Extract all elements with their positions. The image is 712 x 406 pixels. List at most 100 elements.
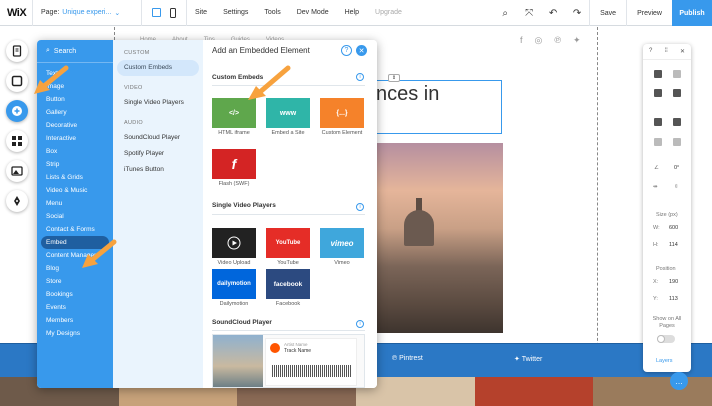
sub-item-single-video-players[interactable]: Single Video Players bbox=[113, 95, 203, 111]
sub-item-itunes[interactable]: iTunes Button bbox=[113, 162, 203, 178]
layers-button[interactable]: Layers bbox=[656, 358, 673, 364]
info-icon[interactable]: i bbox=[356, 203, 364, 211]
copy-icon[interactable] bbox=[654, 70, 662, 78]
instagram-icon[interactable]: ◎ bbox=[535, 35, 543, 46]
hero-photo[interactable] bbox=[376, 143, 503, 333]
arrange-forward-icon[interactable] bbox=[654, 118, 662, 126]
close-icon[interactable]: ✕ bbox=[680, 48, 685, 55]
category-item-decorative[interactable]: Decorative bbox=[37, 119, 113, 132]
undo-icon[interactable]: ↶ bbox=[541, 0, 565, 26]
close-icon[interactable]: ✕ bbox=[356, 45, 367, 56]
category-item-gallery[interactable]: Gallery bbox=[37, 106, 113, 119]
youtube-icon: YouTube bbox=[266, 228, 310, 258]
tile-dailymotion[interactable]: dailymotion Dailymotion bbox=[212, 269, 256, 307]
redo-icon[interactable]: ↷ bbox=[565, 0, 589, 26]
show-all-pages-toggle[interactable] bbox=[657, 335, 675, 343]
zoom-icon[interactable]: ⌕ bbox=[493, 0, 517, 26]
menu-settings[interactable]: Settings bbox=[215, 9, 256, 16]
category-item-store[interactable]: Store bbox=[37, 275, 113, 288]
drag-grip-icon[interactable]: ⁞⁞ bbox=[664, 48, 667, 55]
duplicate-icon[interactable] bbox=[654, 89, 662, 97]
sub-item-soundcloud[interactable]: SoundCloud Player bbox=[113, 130, 203, 146]
apps-icon[interactable] bbox=[6, 130, 28, 152]
dome-shape bbox=[404, 210, 434, 246]
search-field[interactable]: ⌕ Search bbox=[37, 40, 113, 63]
menu-dev-mode[interactable]: Dev Mode bbox=[289, 9, 337, 16]
height-value[interactable]: 114 bbox=[669, 242, 678, 248]
help-icon[interactable]: ? bbox=[649, 48, 652, 55]
pinterest-icon[interactable]: ℗ bbox=[554, 35, 561, 46]
footer-twitter[interactable]: ✦ Twitter bbox=[514, 355, 542, 363]
section-divider bbox=[212, 330, 365, 331]
add-elements-button[interactable] bbox=[6, 100, 28, 122]
twitter-icon[interactable]: ✦ bbox=[573, 35, 581, 46]
help-icon[interactable]: ? bbox=[341, 45, 352, 56]
device-switcher bbox=[142, 0, 186, 26]
tile-custom-element[interactable]: {...} Custom Element bbox=[320, 98, 364, 136]
tile-video-upload[interactable]: Video Upload bbox=[212, 228, 256, 266]
category-item-box[interactable]: Box bbox=[37, 145, 113, 158]
background-icon[interactable] bbox=[6, 70, 28, 92]
sub-item-spotify[interactable]: Spotify Player bbox=[113, 146, 203, 162]
sub-item-custom-embeds[interactable]: Custom Embeds bbox=[117, 60, 199, 76]
mobile-icon[interactable] bbox=[170, 7, 176, 18]
drag-handle-icon[interactable]: ⇕ bbox=[388, 74, 400, 82]
category-item-menu[interactable]: Menu bbox=[37, 197, 113, 210]
blog-pen-icon[interactable] bbox=[6, 190, 28, 212]
publish-button[interactable]: Publish bbox=[672, 0, 712, 26]
save-button[interactable]: Save bbox=[589, 0, 626, 26]
category-item-interactive[interactable]: Interactive bbox=[37, 132, 113, 145]
category-item-my-designs[interactable]: My Designs bbox=[37, 327, 113, 340]
flip-vertical-icon[interactable]: ⇳ bbox=[674, 184, 679, 190]
chat-icon[interactable]: … bbox=[670, 372, 688, 390]
www-icon: www bbox=[266, 98, 310, 128]
distribute-icon[interactable] bbox=[673, 138, 681, 146]
hero-title[interactable]: nces in bbox=[376, 83, 439, 106]
braces-icon: {...} bbox=[320, 98, 364, 128]
desktop-icon[interactable] bbox=[152, 8, 161, 17]
category-item-video-music[interactable]: Video & Music bbox=[37, 184, 113, 197]
category-item-strip[interactable]: Strip bbox=[37, 158, 113, 171]
category-item-members[interactable]: Members bbox=[37, 314, 113, 327]
menu-help[interactable]: Help bbox=[337, 9, 367, 16]
category-item-contact-forms[interactable]: Contact & Forms bbox=[37, 223, 113, 236]
page-selector[interactable]: Page: Unique experi... ⌄ bbox=[33, 9, 141, 17]
thumb-image[interactable] bbox=[593, 377, 712, 406]
category-item-bookings[interactable]: Bookings bbox=[37, 288, 113, 301]
x-value[interactable]: 190 bbox=[669, 279, 678, 285]
thumb-image[interactable] bbox=[474, 377, 594, 406]
rotate-icon[interactable]: ∠ bbox=[654, 165, 659, 171]
y-value[interactable]: 113 bbox=[669, 296, 678, 302]
tile-label: YouTube bbox=[277, 260, 299, 266]
category-item-social[interactable]: Social bbox=[37, 210, 113, 223]
menu-site[interactable]: Site bbox=[187, 9, 215, 16]
info-icon[interactable]: i bbox=[356, 320, 364, 328]
delete-icon[interactable] bbox=[673, 89, 681, 97]
pointer-arrow-icon bbox=[34, 65, 69, 94]
info-icon[interactable]: i bbox=[356, 73, 364, 81]
tile-youtube[interactable]: YouTube YouTube bbox=[266, 228, 310, 266]
arrange-backward-icon[interactable] bbox=[673, 118, 681, 126]
fit-screen-icon[interactable]: ⤧ bbox=[517, 0, 541, 26]
wix-logo[interactable]: WiX bbox=[0, 7, 32, 19]
category-item-events[interactable]: Events bbox=[37, 301, 113, 314]
width-value[interactable]: 600 bbox=[669, 225, 678, 231]
menu-tools[interactable]: Tools bbox=[256, 9, 288, 16]
tile-flash-swf[interactable]: f Flash (SWF) bbox=[212, 149, 256, 187]
preview-button[interactable]: Preview bbox=[626, 0, 672, 26]
tile-facebook[interactable]: facebook Facebook bbox=[266, 269, 310, 307]
tile-vimeo[interactable]: vimeo Vimeo bbox=[320, 228, 364, 266]
pages-icon[interactable] bbox=[6, 40, 28, 62]
dailymotion-icon: dailymotion bbox=[212, 269, 256, 299]
angle-value[interactable]: 0° bbox=[674, 165, 679, 171]
paste-icon[interactable] bbox=[673, 70, 681, 78]
tile-html-iframe[interactable]: </> HTML iframe bbox=[212, 98, 256, 136]
facebook-icon[interactable]: f bbox=[520, 35, 523, 46]
flip-horizontal-icon[interactable]: ⇹ bbox=[653, 184, 658, 190]
category-item-lists-grids[interactable]: Lists & Grids bbox=[37, 171, 113, 184]
tile-embed-site[interactable]: www Embed a Site bbox=[266, 98, 310, 136]
media-icon[interactable] bbox=[6, 160, 28, 182]
footer-pinterest[interactable]: ℗ Pintrest bbox=[392, 355, 423, 362]
menu-upgrade[interactable]: Upgrade bbox=[367, 9, 410, 16]
align-icon[interactable] bbox=[654, 138, 662, 146]
